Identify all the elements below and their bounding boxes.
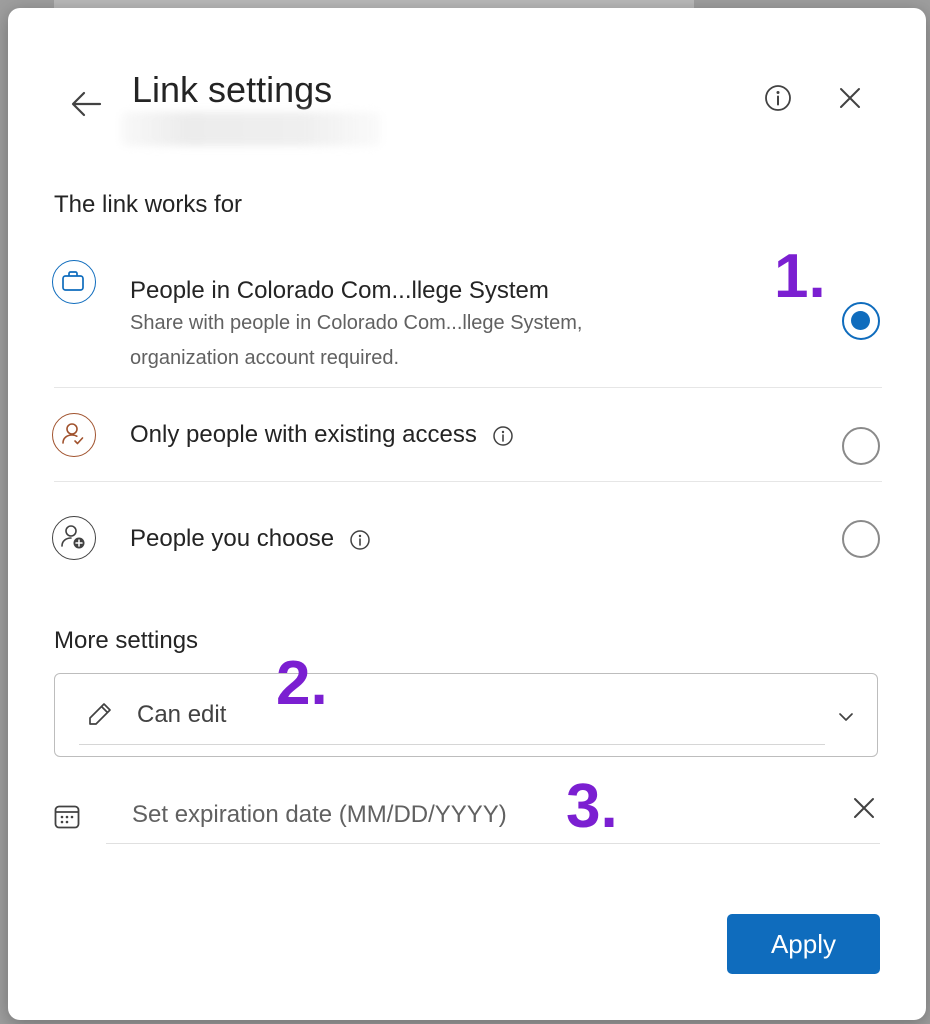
clear-expiration-button[interactable] xyxy=(848,792,880,824)
info-button[interactable] xyxy=(762,82,794,114)
permission-dropdown[interactable]: Can edit xyxy=(54,673,878,757)
calendar-icon xyxy=(52,802,82,832)
briefcase-icon xyxy=(52,260,96,304)
option-existing-access-title-row: Only people with existing access xyxy=(130,420,514,450)
option-organization[interactable]: People in Colorado Com...llege System Sh… xyxy=(46,244,882,388)
backdrop-strip xyxy=(54,0,694,8)
person-add-icon xyxy=(52,516,96,560)
info-icon[interactable] xyxy=(492,425,514,447)
option-people-you-choose-title-row: People you choose xyxy=(130,524,371,554)
option-people-you-choose-radio[interactable] xyxy=(842,520,880,558)
annotation-1: 1. xyxy=(774,242,826,311)
input-underline xyxy=(106,842,880,844)
link-works-for-heading: The link works for xyxy=(54,191,243,218)
info-icon[interactable] xyxy=(349,529,371,551)
annotation-2: 2. xyxy=(276,649,328,718)
redacted-subtitle xyxy=(121,112,381,146)
apply-button[interactable]: Apply xyxy=(727,914,880,974)
option-people-you-choose-title: People you choose xyxy=(130,525,335,552)
close-icon xyxy=(840,88,860,108)
option-organization-radio[interactable] xyxy=(842,302,880,340)
close-button[interactable] xyxy=(834,82,866,114)
annotation-3: 3. xyxy=(566,772,618,841)
option-organization-description-line1: Share with people in Colorado Com...lleg… xyxy=(130,312,583,334)
info-icon xyxy=(765,85,791,111)
permission-value: Can edit xyxy=(137,701,227,728)
option-organization-title: People in Colorado Com...llege System xyxy=(130,277,549,304)
chevron-down-icon xyxy=(839,713,853,721)
option-organization-description-line2: organization account required. xyxy=(130,347,400,369)
option-existing-access-title: Only people with existing access xyxy=(130,421,477,448)
option-existing-access[interactable]: Only people with existing access xyxy=(46,388,882,482)
expiration-date-input[interactable]: Set expiration date (MM/DD/YYYY) xyxy=(106,778,880,844)
arrow-left-icon xyxy=(71,91,102,117)
dropdown-underline xyxy=(79,743,825,745)
more-settings-heading: More settings xyxy=(54,627,199,654)
person-check-icon xyxy=(52,413,96,457)
link-settings-dialog: Link settings The link works for People … xyxy=(8,8,926,1020)
expiration-date-placeholder: Set expiration date (MM/DD/YYYY) xyxy=(132,801,507,828)
option-existing-access-radio[interactable] xyxy=(842,427,880,465)
back-button[interactable] xyxy=(66,84,110,124)
pencil-icon xyxy=(89,703,111,725)
dialog-title: Link settings xyxy=(132,69,333,110)
close-icon xyxy=(854,798,874,818)
option-people-you-choose[interactable]: People you choose xyxy=(46,482,882,576)
